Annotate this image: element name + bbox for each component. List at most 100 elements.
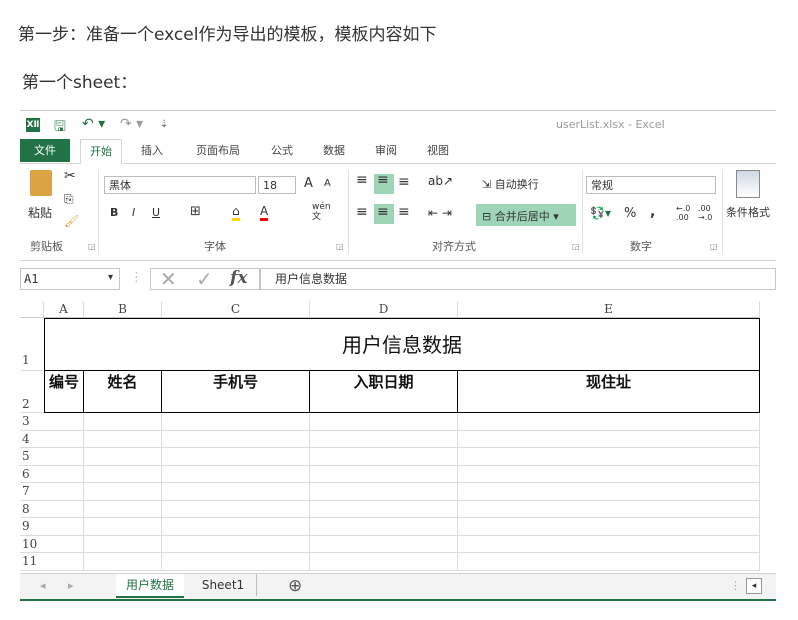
empty-cell[interactable] — [310, 465, 458, 483]
align-right-icon[interactable]: ≡ — [398, 204, 410, 220]
percent-button[interactable]: % — [624, 206, 636, 221]
header-cell-name[interactable]: 姓名 — [84, 371, 162, 413]
header-cell-address[interactable]: 现住址 — [458, 371, 760, 413]
font-name-select[interactable]: 黑体 — [104, 176, 256, 194]
font-color-icon[interactable]: A — [260, 204, 269, 221]
empty-cell[interactable] — [44, 500, 84, 518]
insert-function-icon[interactable]: fx — [230, 268, 247, 288]
select-all-corner[interactable] — [20, 301, 44, 318]
empty-cell[interactable] — [310, 483, 458, 501]
currency-icon[interactable]: 💱▾ — [590, 206, 611, 220]
header-cell-id[interactable]: 编号 — [44, 371, 84, 413]
empty-cell[interactable] — [44, 448, 84, 466]
split-handle-icon[interactable]: ⋮ — [730, 579, 741, 592]
redo-icon[interactable]: ↷ ▾ — [120, 116, 143, 132]
borders-icon[interactable]: ⊞ — [190, 204, 201, 219]
empty-cell[interactable] — [162, 483, 310, 501]
tab-home[interactable]: 开始 — [80, 139, 122, 164]
tab-data[interactable]: 数据 — [316, 139, 352, 162]
column-header-b[interactable]: B — [84, 301, 162, 318]
empty-cell[interactable] — [44, 483, 84, 501]
font-launcher-icon[interactable]: ◲ — [336, 242, 344, 251]
empty-cell[interactable] — [84, 553, 162, 571]
clipboard-launcher-icon[interactable]: ◲ — [88, 242, 96, 251]
conditional-format-button[interactable]: 条件格式 — [726, 204, 770, 220]
empty-cell[interactable] — [44, 465, 84, 483]
row-header-2[interactable]: 2 — [20, 371, 44, 413]
bold-button[interactable]: B — [110, 206, 118, 219]
empty-cell[interactable] — [84, 535, 162, 553]
format-painter-icon[interactable]: 🖌 — [64, 214, 79, 228]
tab-insert[interactable]: 插入 — [132, 139, 172, 162]
tab-formulas[interactable]: 公式 — [264, 139, 300, 162]
row-header[interactable]: 8 — [20, 501, 44, 518]
underline-button[interactable]: U — [152, 206, 160, 219]
empty-cell[interactable] — [310, 535, 458, 553]
scroll-sheets-right-icon[interactable]: ▸ — [68, 579, 74, 592]
decrease-decimal-button[interactable]: .00 →.0 — [698, 204, 714, 222]
header-cell-phone[interactable]: 手机号 — [162, 371, 310, 413]
empty-cell[interactable] — [458, 535, 760, 553]
empty-cell[interactable] — [162, 448, 310, 466]
column-header-c[interactable]: C — [162, 301, 310, 318]
tab-page-layout[interactable]: 页面布局 — [188, 139, 248, 162]
conditional-format-icon[interactable] — [736, 170, 760, 198]
row-header[interactable]: 4 — [20, 431, 44, 448]
row-header[interactable]: 7 — [20, 483, 44, 501]
align-top-icon[interactable]: ≡ — [356, 172, 368, 188]
scroll-sheets-left-icon[interactable]: ◂ — [40, 579, 46, 592]
undo-icon[interactable]: ↶ ▾ — [82, 116, 105, 132]
empty-cell[interactable] — [310, 518, 458, 536]
empty-cell[interactable] — [162, 553, 310, 571]
empty-cell[interactable] — [44, 535, 84, 553]
empty-cell[interactable] — [84, 518, 162, 536]
row-header-1[interactable]: 1 — [20, 318, 44, 371]
align-center-icon[interactable]: ≡ — [377, 204, 389, 220]
align-middle-icon[interactable]: ≡ — [377, 172, 389, 188]
more-options-icon[interactable]: ⋮ — [130, 270, 143, 285]
empty-cell[interactable] — [44, 430, 84, 448]
empty-cell[interactable] — [84, 465, 162, 483]
title-cell[interactable]: 用户信息数据 — [44, 318, 760, 371]
tab-file[interactable]: 文件 — [20, 139, 70, 162]
empty-cell[interactable] — [162, 535, 310, 553]
orientation-icon[interactable]: ab↗ — [428, 174, 453, 188]
save-icon[interactable]: 🖫 — [54, 116, 66, 140]
empty-cell[interactable] — [458, 413, 760, 431]
fill-color-icon[interactable]: ⌂ — [232, 204, 240, 221]
grow-font-button[interactable]: A — [304, 176, 313, 191]
empty-cell[interactable] — [44, 518, 84, 536]
name-box[interactable]: A1 — [20, 268, 120, 290]
row-header[interactable]: 9 — [20, 518, 44, 536]
tab-review[interactable]: 审阅 — [368, 139, 404, 162]
customize-toolbar-icon[interactable]: ⇣ — [160, 119, 168, 130]
scroll-left-button[interactable]: ◂ — [746, 578, 762, 594]
column-header-d[interactable]: D — [310, 301, 458, 318]
row-header[interactable]: 5 — [20, 448, 44, 466]
empty-cell[interactable] — [458, 465, 760, 483]
sheet-tab-user-data[interactable]: 用户数据 — [116, 574, 184, 598]
merge-center-button[interactable]: ⊟ 合并后居中 ▾ — [482, 208, 559, 224]
empty-cell[interactable] — [458, 518, 760, 536]
row-header[interactable]: 6 — [20, 466, 44, 483]
paste-icon[interactable] — [30, 170, 52, 196]
empty-cell[interactable] — [162, 413, 310, 431]
name-box-dropdown-icon[interactable]: ▾ — [108, 272, 113, 283]
enter-icon[interactable]: ✓ — [196, 267, 213, 291]
empty-cell[interactable] — [84, 413, 162, 431]
empty-cell[interactable] — [458, 500, 760, 518]
align-left-icon[interactable]: ≡ — [356, 204, 368, 220]
empty-cell[interactable] — [310, 553, 458, 571]
number-launcher-icon[interactable]: ◲ — [710, 242, 718, 251]
excel-app-icon[interactable]: XⅡ — [26, 118, 40, 132]
row-header[interactable]: 11 — [20, 553, 44, 571]
empty-cell[interactable] — [84, 500, 162, 518]
alignment-launcher-icon[interactable]: ◲ — [572, 242, 580, 251]
column-header-e[interactable]: E — [458, 301, 760, 318]
number-format-select[interactable]: 常规 — [586, 176, 716, 194]
formula-input[interactable]: 用户信息数据 — [260, 268, 776, 290]
empty-cell[interactable] — [310, 413, 458, 431]
empty-cell[interactable] — [162, 500, 310, 518]
font-size-select[interactable]: 18 — [258, 176, 296, 194]
column-header-a[interactable]: A — [44, 301, 84, 318]
